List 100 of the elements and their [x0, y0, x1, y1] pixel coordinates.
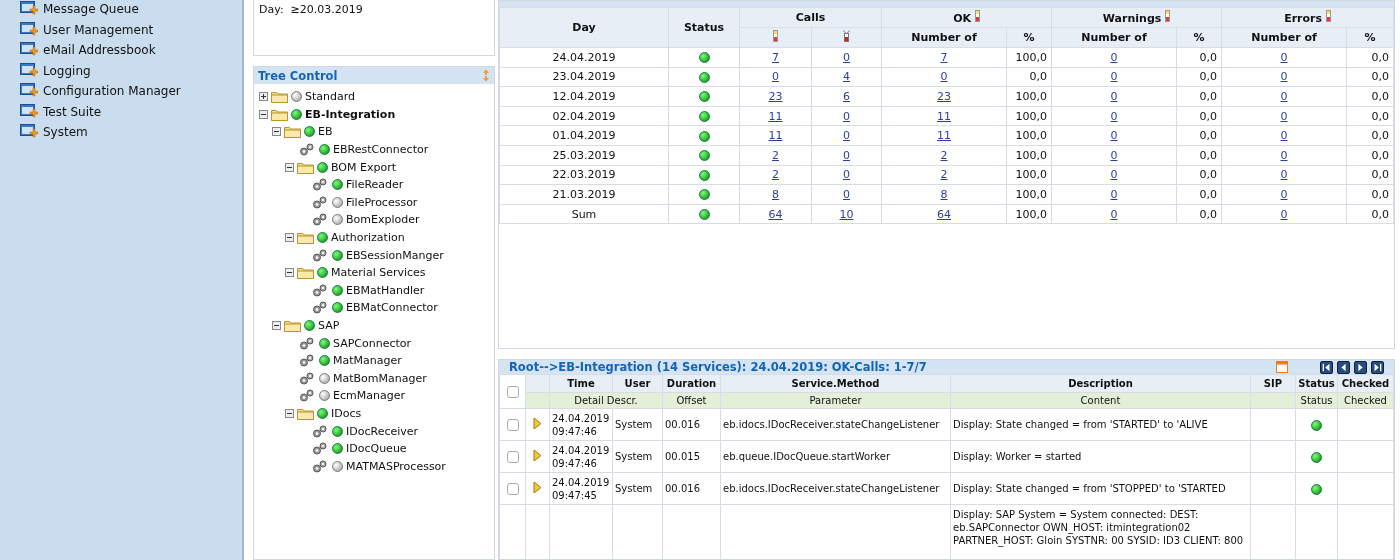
last-page-button[interactable]: [1371, 360, 1384, 374]
count-link[interactable]: 0: [772, 70, 779, 84]
tree-node-label[interactable]: EBMatHandler: [346, 283, 425, 297]
column-header: Time: [567, 378, 595, 389]
tree-node-label[interactable]: EB: [318, 125, 333, 139]
count-link[interactable]: 0: [843, 168, 850, 182]
count-link[interactable]: 0: [1280, 109, 1288, 123]
count-link[interactable]: 6: [843, 90, 850, 103]
window-icon[interactable]: [1276, 361, 1288, 373]
tree-node-label[interactable]: EB-Integration: [305, 107, 396, 121]
tree-node-label[interactable]: SAPConnector: [333, 336, 412, 350]
folder-icon: [297, 266, 314, 280]
count-link[interactable]: 0: [1280, 70, 1288, 84]
tree-node-label[interactable]: EBMatConnector: [346, 301, 438, 315]
tree-node-label[interactable]: Material Services: [331, 266, 426, 280]
checkbox[interactable]: [506, 385, 519, 398]
gears-icon: [312, 283, 329, 297]
tree-node-label[interactable]: MatBomManager: [333, 371, 427, 385]
menu-item[interactable]: User Management: [20, 18, 242, 41]
tree-node-label[interactable]: Standard: [305, 90, 356, 104]
checkbox[interactable]: [506, 483, 519, 495]
count-link[interactable]: 0: [1280, 129, 1288, 143]
previous-page-button[interactable]: [1337, 360, 1350, 374]
count-link[interactable]: 2: [772, 168, 779, 182]
tree-node-label[interactable]: EBSessionManger: [346, 248, 444, 262]
indicator-icon: [1165, 10, 1171, 22]
count-link[interactable]: 0: [1110, 50, 1118, 64]
count-link[interactable]: 23: [768, 90, 783, 103]
count-link[interactable]: 10: [839, 207, 854, 221]
count-link[interactable]: 0: [940, 70, 948, 84]
tree-node-label[interactable]: Authorization: [331, 231, 405, 245]
tree-node-label[interactable]: EBRestConnector: [333, 143, 429, 157]
checkbox[interactable]: [506, 419, 519, 431]
count-link[interactable]: 0: [1110, 109, 1118, 123]
count-link[interactable]: 0: [843, 129, 850, 143]
tree-node-label[interactable]: MatManager: [333, 354, 402, 368]
collapse-toggle[interactable]: [285, 162, 294, 172]
count-link[interactable]: 0: [1280, 168, 1288, 182]
count-link[interactable]: 2: [772, 148, 779, 162]
count-link[interactable]: 2: [940, 148, 948, 162]
count-link[interactable]: 0: [1110, 129, 1118, 143]
count-link[interactable]: 23: [937, 90, 951, 103]
collapse-toggle[interactable]: [285, 233, 294, 243]
count-link[interactable]: 0: [843, 187, 850, 201]
tree-node-label[interactable]: BOM Export: [331, 160, 396, 174]
menu-item[interactable]: System: [20, 121, 242, 144]
count-link[interactable]: 0: [843, 109, 850, 123]
count-link[interactable]: 11: [937, 109, 951, 123]
expand-arrow-icon[interactable]: [533, 480, 542, 494]
menu-item[interactable]: Logging: [20, 59, 242, 82]
count-link[interactable]: 0: [1110, 90, 1118, 103]
collapse-toggle[interactable]: [285, 268, 294, 278]
count-link[interactable]: 8: [772, 187, 779, 201]
count-link[interactable]: 0: [843, 50, 850, 64]
first-page-button[interactable]: [1320, 360, 1333, 374]
count-link[interactable]: 0: [1110, 207, 1118, 221]
count-link[interactable]: 64: [768, 207, 783, 221]
count-link[interactable]: 11: [768, 109, 783, 123]
menu-item[interactable]: eMail Addressbook: [20, 39, 242, 62]
count-link[interactable]: 11: [768, 129, 783, 143]
count-link[interactable]: 0: [1110, 187, 1118, 201]
count-link[interactable]: 0: [1110, 70, 1118, 84]
count-link[interactable]: 0: [1280, 187, 1288, 201]
menu-item[interactable]: Message Queue: [20, 0, 242, 21]
count-link[interactable]: 0: [843, 148, 850, 162]
count-link[interactable]: 0: [1280, 207, 1288, 221]
count-link[interactable]: 4: [843, 70, 850, 84]
expand-toggle[interactable]: [259, 92, 268, 102]
count-link[interactable]: 7: [940, 50, 948, 64]
count-link[interactable]: 0: [1280, 50, 1288, 64]
tree-node-label[interactable]: IDocQueue: [346, 442, 407, 456]
count-link[interactable]: 11: [937, 129, 951, 143]
expand-arrow-icon[interactable]: [533, 416, 542, 430]
next-page-button[interactable]: [1354, 360, 1367, 374]
tree-node-label[interactable]: FileReader: [346, 178, 404, 192]
expand-arrow-icon[interactable]: [533, 448, 542, 462]
count-link[interactable]: 0: [1110, 148, 1118, 162]
menu-item[interactable]: Test Suite: [20, 100, 242, 123]
tree-node-label[interactable]: MATMASProcessor: [346, 459, 446, 473]
count-link[interactable]: 0: [1110, 168, 1118, 182]
tree-node-label[interactable]: SAP: [318, 319, 340, 332]
count-link[interactable]: 7: [772, 50, 779, 64]
count-link[interactable]: 0: [1280, 90, 1288, 103]
tree-node-label[interactable]: EcmManager: [333, 389, 405, 403]
checkbox[interactable]: [506, 451, 519, 463]
tree-node-label[interactable]: BomExploder: [346, 213, 420, 227]
count-link[interactable]: 0: [1280, 148, 1288, 162]
tree-node-label[interactable]: IDocs: [331, 407, 362, 420]
count-link[interactable]: 2: [940, 168, 948, 182]
count-link[interactable]: 8: [940, 187, 948, 201]
table-cell: 25.03.2019: [499, 145, 669, 166]
count-link[interactable]: 64: [937, 207, 951, 221]
collapse-toggle[interactable]: [285, 409, 294, 418]
menu-item[interactable]: Configuration Manager: [20, 80, 242, 103]
tree-node-label[interactable]: FileProcessor: [346, 195, 418, 209]
gears-icon: [312, 424, 329, 438]
collapse-toggle[interactable]: [259, 109, 268, 119]
collapse-toggle[interactable]: [272, 127, 281, 137]
collapse-toggle[interactable]: [272, 321, 281, 330]
tree-node-label[interactable]: IDocReceiver: [346, 424, 419, 438]
